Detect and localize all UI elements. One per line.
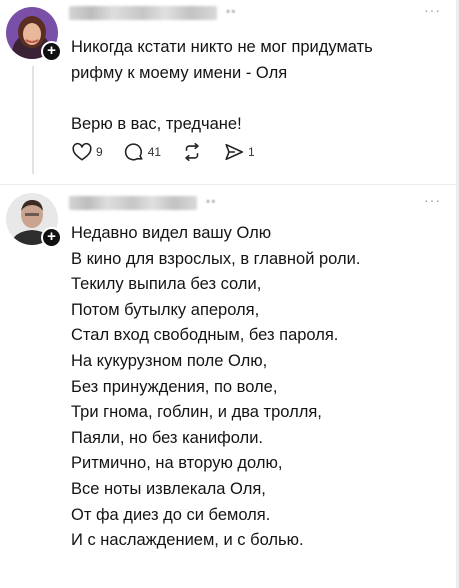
like-button[interactable]: 9 bbox=[71, 141, 103, 163]
send-icon bbox=[223, 141, 245, 163]
poem-line: Паяли, но без канифоли. bbox=[71, 428, 263, 447]
action-bar: 9 41 1 bbox=[71, 141, 275, 163]
like-count: 9 bbox=[96, 145, 103, 159]
comment-line bbox=[71, 86, 373, 112]
poem-line: От фа диез до си бемоля. bbox=[71, 505, 271, 524]
timestamp-blurred: ▪▪ bbox=[206, 194, 217, 208]
poem-line: Текилу выпила без соли, bbox=[71, 275, 262, 294]
repost-button[interactable] bbox=[181, 141, 203, 163]
poem-line: Ритмично, на вторую долю, bbox=[71, 454, 283, 473]
poem-line: На кукурузном поле Олю, bbox=[71, 351, 268, 370]
heart-icon bbox=[71, 141, 93, 163]
username-blurred[interactable] bbox=[69, 6, 217, 20]
poem-line: Три гнома, гоблин, и два тролля, bbox=[71, 403, 322, 422]
comment-1: + ▪▪ ··· Никогда кстати никто не мог при… bbox=[0, 0, 459, 190]
poem-line: Потом бутылку апероля, bbox=[71, 300, 260, 319]
reply-count: 41 bbox=[147, 145, 162, 159]
comment-text: Никогда кстати никто не мог придумать ри… bbox=[71, 35, 373, 137]
follow-plus-icon[interactable]: + bbox=[41, 227, 62, 248]
poem-line: Стал вход свободным, без пароля. bbox=[71, 326, 339, 345]
poem-line: В кино для взрослых, в главной роли. bbox=[71, 249, 361, 268]
comment-icon bbox=[123, 141, 145, 163]
username-blurred[interactable] bbox=[69, 196, 197, 210]
reply-button[interactable]: 41 bbox=[123, 141, 161, 163]
thread-line bbox=[32, 66, 34, 174]
comment-line: рифму к моему имени - Оля bbox=[71, 63, 288, 82]
comment-line: Верю в вас, тредчане! bbox=[71, 114, 242, 133]
poem-line: Без принуждения, по воле, bbox=[71, 377, 278, 396]
follow-plus-icon[interactable]: + bbox=[41, 41, 62, 62]
more-options-icon[interactable]: ··· bbox=[424, 192, 441, 208]
poem-line: Недавно видел вашу Олю bbox=[71, 224, 272, 242]
timestamp-blurred: ▪▪ bbox=[226, 4, 237, 18]
poem-line: И с наслаждением, и с болью. bbox=[71, 531, 304, 550]
comment-line: Никогда кстати никто не мог придумать bbox=[71, 38, 373, 56]
share-count: 1 bbox=[248, 145, 255, 159]
comment-2: + ▪▪ ··· Недавно видел вашу Олю В кино д… bbox=[0, 188, 459, 588]
share-button[interactable]: 1 bbox=[223, 141, 255, 163]
divider bbox=[0, 184, 459, 185]
more-options-icon[interactable]: ··· bbox=[424, 2, 441, 18]
repost-icon bbox=[181, 141, 203, 163]
poem-line: Все ноты извлекала Оля, bbox=[71, 479, 266, 498]
comment-text: Недавно видел вашу Олю В кино для взросл… bbox=[71, 221, 360, 554]
